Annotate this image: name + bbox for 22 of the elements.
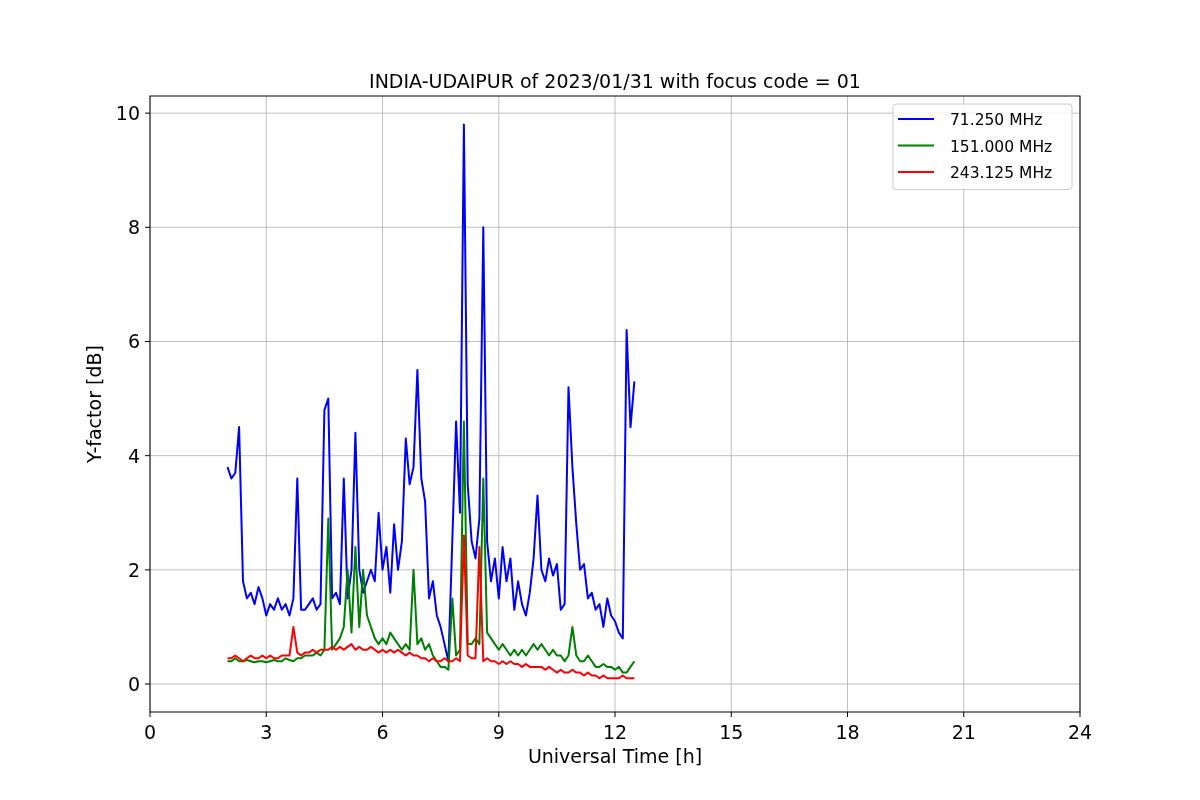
chart-title: INDIA-UDAIPUR of 2023/01/31 with focus code = 01 bbox=[369, 70, 861, 92]
tick-label: 3 bbox=[260, 721, 273, 743]
tick-label: 9 bbox=[492, 721, 505, 743]
legend-label: 243.125 MHz bbox=[950, 164, 1053, 182]
legend-swatch bbox=[897, 144, 935, 147]
legend-label: 71.250 MHz bbox=[950, 111, 1043, 129]
tick-label: 0 bbox=[127, 673, 140, 696]
tick-label: 18 bbox=[835, 721, 860, 743]
legend-label: 151.000 MHz bbox=[950, 137, 1053, 156]
axis-label: Y-factor [dB] bbox=[83, 345, 105, 463]
axis-label: Universal Time [h] bbox=[527, 745, 703, 767]
tick-label: 10 bbox=[115, 102, 140, 125]
tick-label: 12 bbox=[602, 721, 628, 743]
tick-label: 24 bbox=[1067, 721, 1093, 743]
tick-label: 6 bbox=[376, 721, 389, 743]
tick-label: 15 bbox=[719, 721, 744, 743]
tick-label: 21 bbox=[951, 721, 976, 743]
tick-label: 6 bbox=[127, 330, 140, 353]
tick-label: 2 bbox=[127, 558, 140, 581]
tick-label: 0 bbox=[143, 721, 157, 743]
tick-label: 8 bbox=[127, 216, 140, 239]
tick-label: 4 bbox=[127, 444, 140, 467]
